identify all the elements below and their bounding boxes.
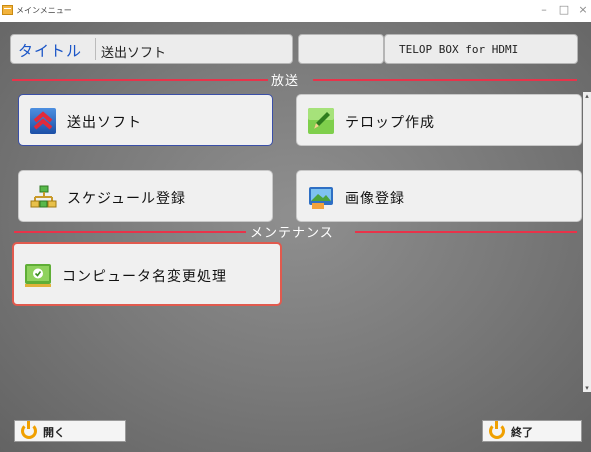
green-pen-icon: [308, 108, 334, 134]
double-chevron-up-icon: [30, 108, 56, 134]
section-line-left: [12, 79, 268, 81]
power-icon: [21, 421, 37, 439]
window-title-bar: メインメニュー – □ ×: [0, 0, 591, 22]
product-name: TELOP BOX for HDMI: [399, 43, 519, 56]
menu-schedule-register-button[interactable]: スケジュール登録: [18, 170, 273, 222]
menu-telop-create-button[interactable]: テロップ作成: [296, 94, 582, 146]
menu-send-software-label: 送出ソフト: [67, 115, 142, 131]
menu-telop-create-label: テロップ作成: [345, 115, 435, 131]
app-icon: [2, 5, 13, 15]
scroll-down-arrow-icon[interactable]: ▾: [583, 384, 591, 392]
exit-button[interactable]: 終了: [482, 420, 582, 442]
menu-image-register-label: 画像登録: [345, 191, 405, 207]
title-value: 送出ソフト: [101, 46, 167, 61]
open-label: 開く: [43, 426, 65, 439]
section-line-left: [14, 231, 246, 233]
exit-label: 終了: [511, 426, 533, 439]
computer-rename-icon: [25, 264, 51, 287]
section-line-right: [313, 79, 577, 81]
menu-schedule-register-label: スケジュール登録: [67, 191, 187, 207]
open-button[interactable]: 開く: [14, 420, 126, 442]
section-line-right: [355, 231, 577, 233]
close-button[interactable]: ×: [575, 3, 591, 16]
menu-computer-rename-label: コンピュータ名変更処理: [62, 269, 227, 285]
section-label-broadcast: 放送: [271, 74, 300, 89]
menu-computer-rename-button[interactable]: コンピュータ名変更処理: [12, 242, 282, 306]
menu-image-register-button[interactable]: 画像登録: [296, 170, 582, 222]
maximize-button[interactable]: □: [556, 3, 572, 16]
title-label: タイトル: [18, 42, 83, 60]
window-title: メインメニュー: [16, 6, 72, 15]
title-field: タイトル 送出ソフト: [10, 34, 293, 64]
product-field: TELOP BOX for HDMI: [384, 34, 578, 64]
section-label-maintenance: メンテナンス: [250, 226, 334, 241]
power-icon: [489, 421, 505, 439]
empty-header-field: [298, 34, 384, 64]
image-register-icon: [309, 187, 333, 209]
schedule-network-icon: [30, 185, 57, 208]
scrollbar[interactable]: ▴ ▾: [583, 92, 591, 392]
scroll-up-arrow-icon[interactable]: ▴: [583, 92, 591, 100]
main-panel: タイトル 送出ソフト TELOP BOX for HDMI 放送 送出ソフト テ…: [0, 22, 591, 452]
minimize-button[interactable]: –: [536, 3, 552, 16]
menu-send-software-button[interactable]: 送出ソフト: [18, 94, 273, 146]
title-separator: [95, 38, 96, 60]
